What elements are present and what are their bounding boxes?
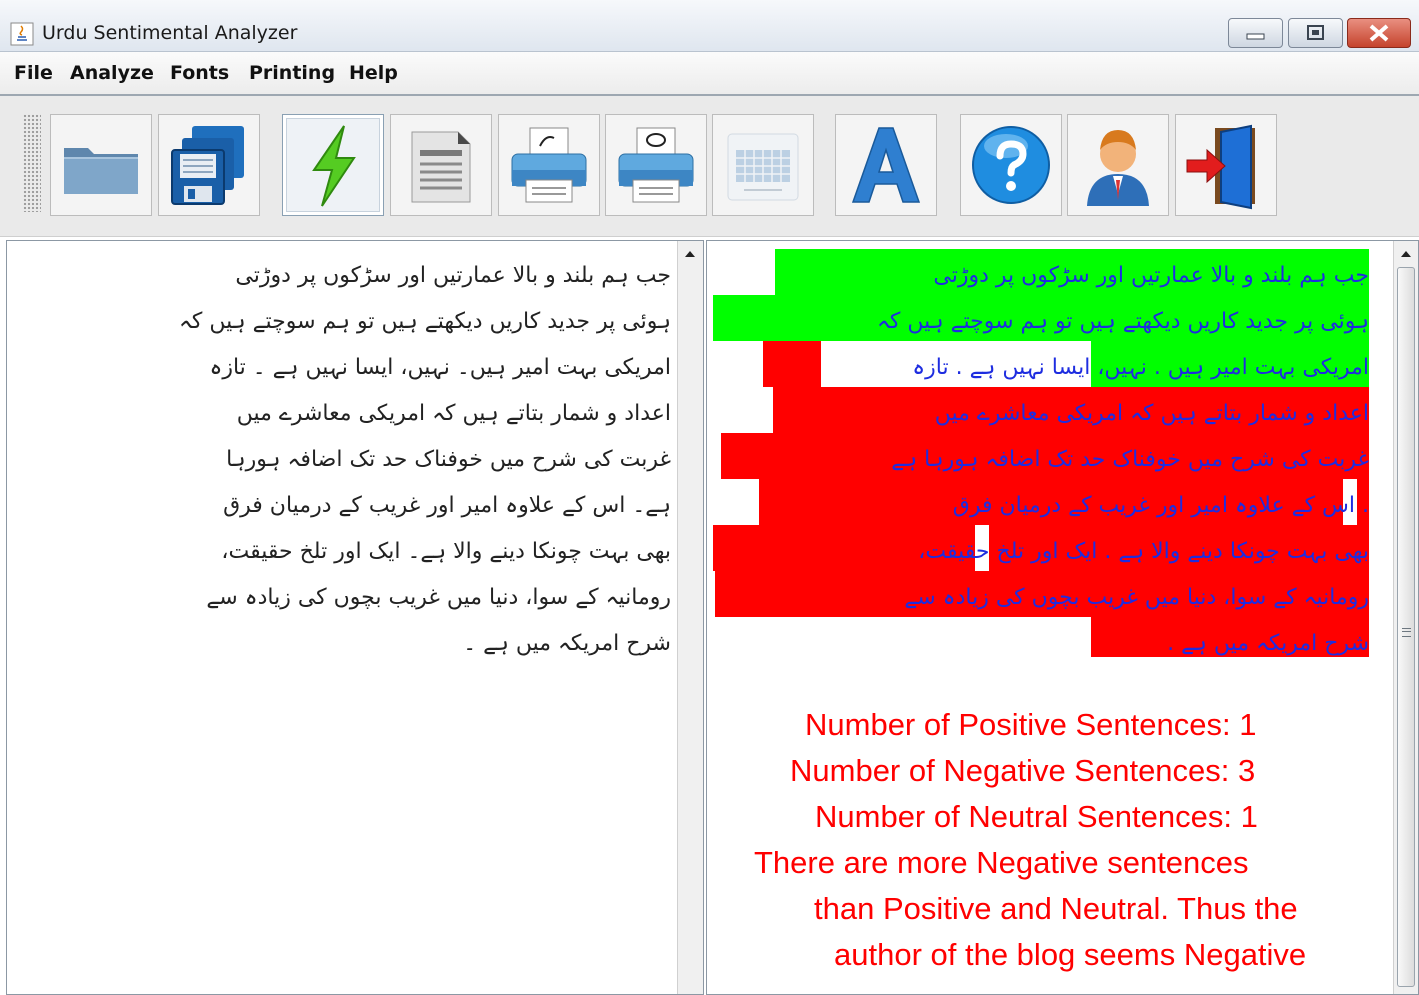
java-app-icon bbox=[10, 22, 34, 46]
lightning-icon bbox=[312, 125, 356, 207]
analysis-line: ہوئی پر جدید کاریں دیکھتے ہیں تو ہم سوچت… bbox=[876, 309, 1369, 334]
minimize-button[interactable] bbox=[1228, 18, 1283, 48]
close-icon bbox=[1369, 24, 1389, 42]
input-text-pane[interactable]: جب ہم بلند و بالا عمارتیں اور سڑکوں پر د… bbox=[6, 240, 704, 995]
save-button[interactable] bbox=[158, 114, 260, 216]
input-line: غربت کی شرح میں خوفناک حد تک اضافہ ہورہا bbox=[226, 447, 671, 472]
menu-analyze[interactable]: Analyze bbox=[70, 62, 154, 84]
scroll-up-arrow-icon[interactable] bbox=[681, 245, 699, 263]
analysis-pane[interactable]: جب ہم بلند و بالا عمارتیں اور سڑکوں پر د… bbox=[706, 240, 1419, 995]
analysis-line: اعداد و شمار بتاتے ہیں کہ امریکی معاشرے … bbox=[934, 401, 1369, 426]
open-folder-icon bbox=[64, 148, 138, 194]
scroll-thumb[interactable] bbox=[1397, 267, 1415, 987]
menu-printing[interactable]: Printing bbox=[249, 62, 335, 84]
input-line: امریکی بہت امیر ہیں۔ نہیں، ایسا نہیں ہے … bbox=[209, 355, 671, 380]
analysis-line: امریکی بہت امیر ہیں . نہیں، ایسا نہیں ہے… bbox=[912, 355, 1369, 380]
menu-fonts[interactable]: Fonts bbox=[170, 62, 229, 84]
print-preview-button[interactable] bbox=[605, 114, 707, 216]
input-line: شرح امریکہ میں ہے ۔ bbox=[463, 631, 671, 656]
menu-help[interactable]: Help bbox=[349, 62, 398, 84]
scroll-up-arrow-icon[interactable] bbox=[1397, 245, 1415, 263]
font-a-icon bbox=[851, 127, 921, 203]
help-icon bbox=[972, 126, 1050, 204]
save-disks-icon bbox=[171, 126, 244, 205]
scroll-thumb-grip bbox=[1402, 628, 1411, 637]
print-button[interactable] bbox=[498, 114, 600, 216]
keyboard-button[interactable] bbox=[712, 114, 814, 216]
title-bar: Urdu Sentimental Analyzer bbox=[0, 0, 1419, 52]
analysis-line: رومانیہ کے سوا، دنیا میں غریب بچوں کی زی… bbox=[904, 585, 1369, 610]
font-button[interactable] bbox=[835, 114, 937, 216]
analyze-button[interactable] bbox=[282, 114, 384, 216]
about-button[interactable] bbox=[1067, 114, 1169, 216]
input-line: اعداد و شمار بتاتے ہیں کہ امریکی معاشرے … bbox=[236, 401, 671, 426]
input-line: ہوئی پر جدید کاریں دیکھتے ہیں تو ہم سوچت… bbox=[178, 309, 671, 334]
print-icon bbox=[511, 127, 587, 203]
negative-count-text: Number of Negative Sentences: 3 bbox=[790, 753, 1256, 788]
analysis-line: جب ہم بلند و بالا عمارتیں اور سڑکوں پر د… bbox=[933, 263, 1369, 288]
neutral-count-text: Number of Neutral Sentences: 1 bbox=[815, 799, 1258, 834]
conclusion-line-2: than Positive and Neutral. Thus the bbox=[814, 891, 1298, 926]
input-text-area[interactable]: جب ہم بلند و بالا عمارتیں اور سڑکوں پر د… bbox=[19, 253, 671, 673]
menu-bar: File Analyze Fonts Printing Help bbox=[0, 52, 1419, 96]
input-line: بھی بہت چونکا دینے والا ہے۔ ایک اور تلخ … bbox=[221, 539, 671, 564]
input-line: جب ہم بلند و بالا عمارتیں اور سڑکوں پر د… bbox=[235, 263, 671, 288]
open-button[interactable] bbox=[50, 114, 152, 216]
menu-file[interactable]: File bbox=[14, 62, 53, 84]
toolbar-grip[interactable] bbox=[23, 114, 41, 212]
positive-count-text: Number of Positive Sentences: 1 bbox=[805, 707, 1257, 742]
document-icon bbox=[411, 131, 471, 203]
analysis-line: . اس کے علاوہ امیر اور غریب کے درمیان فر… bbox=[952, 493, 1369, 518]
input-line: ہے۔ اس کے علاوہ امیر اور غریب کے درمیان … bbox=[223, 493, 671, 518]
conclusion-line-1: There are more Negative sentences bbox=[754, 845, 1249, 880]
conclusion-line-3: author of the blog seems Negative bbox=[834, 937, 1307, 972]
exit-door-icon bbox=[1186, 124, 1255, 210]
analysis-line: شرح امریکہ میں ہے . bbox=[1167, 631, 1369, 656]
maximize-button[interactable] bbox=[1288, 18, 1343, 48]
maximize-icon bbox=[1307, 25, 1324, 40]
window-title: Urdu Sentimental Analyzer bbox=[42, 22, 298, 44]
keyboard-icon bbox=[727, 133, 799, 201]
toolbar bbox=[0, 96, 1419, 237]
minimize-icon bbox=[1246, 33, 1265, 40]
exit-button[interactable] bbox=[1175, 114, 1277, 216]
print-preview-icon bbox=[618, 127, 694, 203]
user-icon bbox=[1087, 130, 1149, 206]
analysis-text-area[interactable]: جب ہم بلند و بالا عمارتیں اور سڑکوں پر د… bbox=[715, 253, 1369, 673]
input-line: رومانیہ کے سوا، دنیا میں غریب بچوں کی زی… bbox=[206, 585, 671, 610]
help-button[interactable] bbox=[960, 114, 1062, 216]
document-button[interactable] bbox=[390, 114, 492, 216]
analysis-scrollbar[interactable] bbox=[1393, 241, 1418, 994]
close-button[interactable] bbox=[1347, 18, 1411, 48]
analysis-line: بھی بہت چونکا دینے والا ہے . ایک اور تلخ… bbox=[918, 539, 1369, 564]
analysis-line: غربت کی شرح میں خوفناک حد تک اضافہ ہورہا… bbox=[891, 447, 1369, 472]
input-scrollbar[interactable] bbox=[677, 241, 703, 994]
